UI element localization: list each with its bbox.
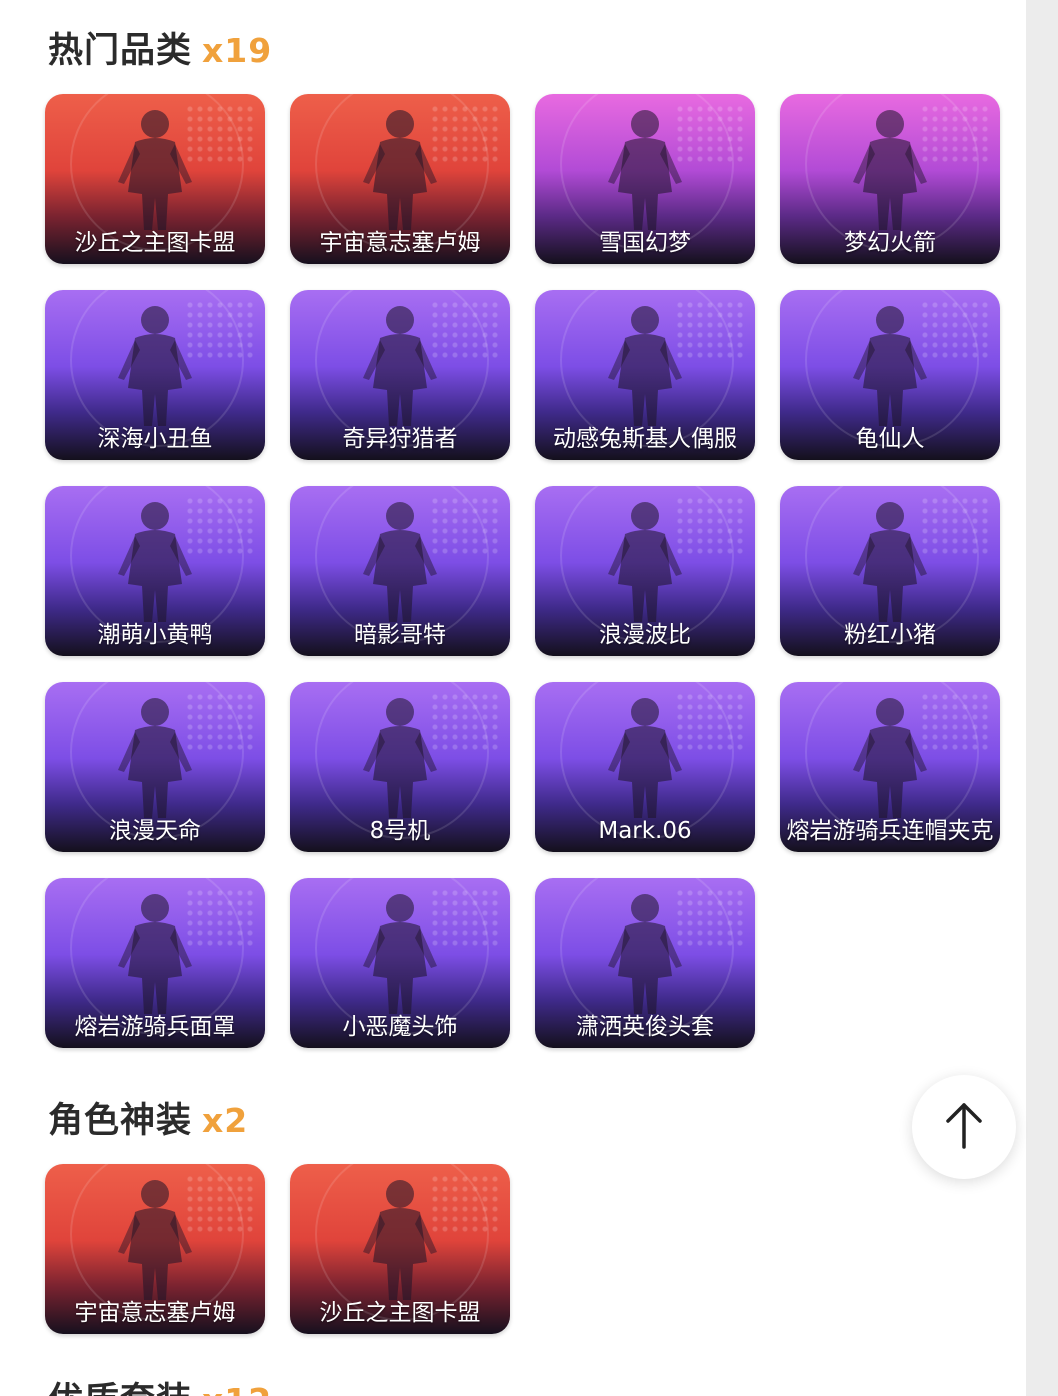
item-card[interactable]: 粉红小猪 xyxy=(780,486,1000,656)
item-card-label: 龟仙人 xyxy=(855,426,925,452)
hooded-jacket-icon xyxy=(835,690,945,820)
item-card-label: 宇宙意志塞卢姆 xyxy=(74,1300,236,1326)
section-title-role: 角色神装 x2 xyxy=(48,1092,248,1143)
item-card[interactable]: 浪漫波比 xyxy=(535,486,755,656)
section-title-hot: 热门品类 x19 xyxy=(48,22,272,73)
section-title-premium: 优质套装 x12 xyxy=(48,1372,272,1396)
teddy-bear-icon xyxy=(590,494,700,624)
item-card[interactable]: 潇洒英俊头套 xyxy=(535,878,755,1048)
item-card-label: 奇异狩猎者 xyxy=(342,426,458,452)
section-title-text: 角色神装 xyxy=(48,1101,193,1141)
section-count: x19 xyxy=(202,31,273,70)
pink-mecha-icon xyxy=(345,690,455,820)
item-card-label: 深海小丑鱼 xyxy=(97,426,213,452)
gothic-outfit-icon xyxy=(345,494,455,624)
item-card[interactable]: 奇异狩猎者 xyxy=(290,290,510,460)
armored-knight-icon xyxy=(100,1172,210,1302)
hooded-hunter-icon xyxy=(345,298,455,428)
item-card[interactable]: 沙丘之主图卡盟 xyxy=(45,94,265,264)
item-card[interactable]: 潮萌小黄鸭 xyxy=(45,486,265,656)
item-card-label: 小恶魔头饰 xyxy=(342,1014,458,1040)
item-card[interactable]: 宇宙意志塞卢姆 xyxy=(290,94,510,264)
mummy-icon xyxy=(345,1172,455,1302)
item-card[interactable]: 雪国幻梦 xyxy=(535,94,755,264)
item-card-label: 暗影哥特 xyxy=(354,622,446,648)
hawaiian-shirt-icon xyxy=(835,298,945,428)
item-card-label: 熔岩游骑兵连帽夹克 xyxy=(786,818,994,844)
item-card[interactable]: 熔岩游骑兵连帽夹克 xyxy=(780,682,1000,852)
item-card[interactable]: 暗影哥特 xyxy=(290,486,510,656)
item-card-label: 梦幻火箭 xyxy=(844,230,936,256)
item-card[interactable]: 熔岩游骑兵面罩 xyxy=(45,878,265,1048)
item-card[interactable]: 梦幻火箭 xyxy=(780,94,1000,264)
item-card-label: 浪漫天命 xyxy=(109,818,201,844)
item-card[interactable]: 8号机 xyxy=(290,682,510,852)
item-card-label: 动感兔斯基人偶服 xyxy=(553,426,737,452)
item-grid-role: 宇宙意志塞卢姆 沙丘之主图卡盟 xyxy=(45,1164,1000,1334)
item-card-label: 沙丘之主图卡盟 xyxy=(319,1300,481,1326)
sport-outfit-icon xyxy=(100,690,210,820)
item-card-label: 8号机 xyxy=(369,818,431,844)
bunny-suit-icon xyxy=(590,298,700,428)
item-grid-hot: 沙丘之主图卡盟 宇宙意志塞卢姆 雪国幻梦 梦幻火箭深海小丑鱼 奇异狩猎者 动感兔斯基人偶服… xyxy=(45,94,1000,1048)
item-card[interactable]: 小恶魔头饰 xyxy=(290,878,510,1048)
item-card-label: 雪国幻梦 xyxy=(599,230,691,256)
item-card-label: 潇洒英俊头套 xyxy=(576,1014,714,1040)
armored-knight-icon xyxy=(345,102,455,232)
face-mask-icon xyxy=(100,886,210,1016)
item-card-label: 粉红小猪 xyxy=(844,622,936,648)
astronaut-couple-icon xyxy=(835,102,945,232)
item-card-label: 浪漫波比 xyxy=(599,622,691,648)
item-card-label: 潮萌小黄鸭 xyxy=(97,622,213,648)
yellow-duck-outfit-icon xyxy=(100,494,210,624)
ice-couple-icon xyxy=(590,102,700,232)
item-card[interactable]: 动感兔斯基人偶服 xyxy=(535,290,755,460)
item-card[interactable]: 沙丘之主图卡盟 xyxy=(290,1164,510,1334)
item-card-label: 熔岩游骑兵面罩 xyxy=(74,1014,236,1040)
item-card[interactable]: 龟仙人 xyxy=(780,290,1000,460)
clownfish-couple-icon xyxy=(100,298,210,428)
section-title-text: 优质套装 xyxy=(48,1381,192,1396)
sunglasses-emoji-icon xyxy=(590,886,700,1016)
devil-horns-icon xyxy=(345,886,455,1016)
item-card-label: 沙丘之主图卡盟 xyxy=(74,230,236,256)
arrow-up-icon xyxy=(944,1099,984,1155)
section-count: x12 xyxy=(202,1381,272,1396)
content-panel: 热门品类 x19 沙丘之主图卡盟 宇宙意志塞卢姆 雪国幻梦 梦幻火箭 深海小丑鱼 奇异狩猎者… xyxy=(0,0,1026,1396)
item-card[interactable]: Mark.06 xyxy=(535,682,755,852)
item-card[interactable]: 深海小丑鱼 xyxy=(45,290,265,460)
item-card[interactable]: 浪漫天命 xyxy=(45,682,265,852)
item-card-label: Mark.06 xyxy=(598,818,692,844)
back-to-top-button[interactable] xyxy=(912,1075,1016,1179)
item-card[interactable]: 宇宙意志塞卢姆 xyxy=(45,1164,265,1334)
pink-pig-suit-icon xyxy=(835,494,945,624)
section-title-text: 热门品类 xyxy=(48,31,193,71)
item-card-label: 宇宙意志塞卢姆 xyxy=(319,230,481,256)
blue-mecha-icon xyxy=(590,690,700,820)
mummy-icon xyxy=(100,102,210,232)
section-count: x2 xyxy=(202,1101,249,1140)
